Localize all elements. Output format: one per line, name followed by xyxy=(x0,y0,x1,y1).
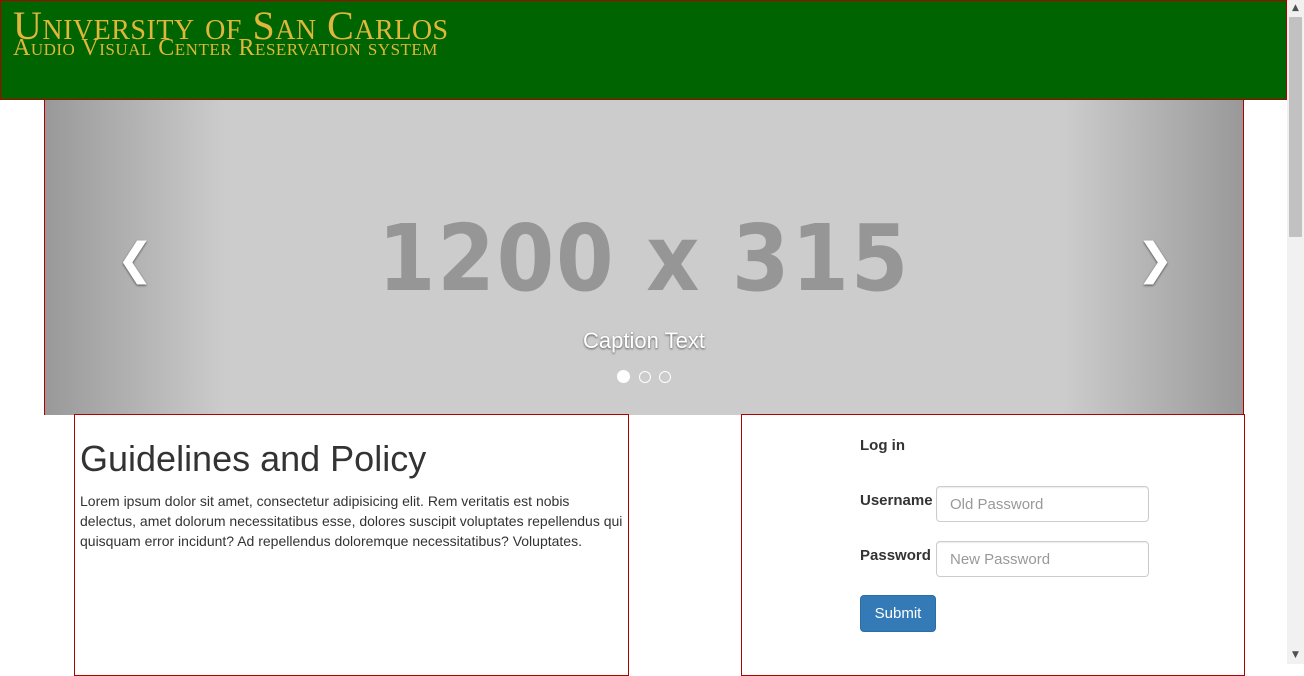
submit-button[interactable]: Submit xyxy=(860,595,936,632)
carousel-indicators xyxy=(45,368,1243,386)
chevron-left-icon[interactable]: ❮ xyxy=(115,238,155,282)
scroll-up-icon[interactable]: ▲ xyxy=(1287,0,1304,17)
password-label: Password xyxy=(860,547,931,564)
username-field[interactable] xyxy=(936,486,1149,522)
image-carousel: 1200 x 315 ❮ ❯ Caption Text xyxy=(44,99,1244,415)
scroll-down-icon[interactable]: ▼ xyxy=(1287,647,1304,664)
guidelines-heading: Guidelines and Policy xyxy=(80,438,427,479)
guidelines-body: Lorem ipsum dolor sit amet, consectetur … xyxy=(80,493,623,549)
login-panel: Log in Username Password Submit xyxy=(741,414,1245,676)
carousel-indicator-1[interactable] xyxy=(617,370,631,384)
chevron-right-icon[interactable]: ❯ xyxy=(1135,238,1175,282)
site-header: University of San Carlos Audio Visual Ce… xyxy=(0,0,1287,100)
page-scrollbar[interactable]: ▲ ▼ xyxy=(1287,0,1304,664)
carousel-indicator-2[interactable] xyxy=(638,370,651,383)
password-field[interactable] xyxy=(936,541,1149,577)
carousel-placeholder-text: 1200 x 315 xyxy=(377,205,911,312)
scrollbar-thumb[interactable] xyxy=(1289,17,1302,237)
carousel-indicator-3[interactable] xyxy=(658,370,671,383)
carousel-caption: Caption Text xyxy=(583,328,705,353)
login-title: Log in xyxy=(860,437,905,454)
username-label: Username xyxy=(860,492,933,509)
site-subtitle: Audio Visual Center Reservation system xyxy=(13,35,438,61)
guidelines-panel: Guidelines and Policy Lorem ipsum dolor … xyxy=(74,414,629,676)
